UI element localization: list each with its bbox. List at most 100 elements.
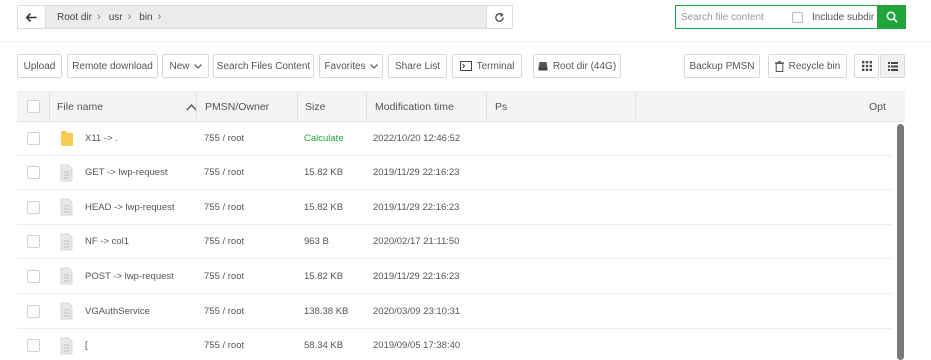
- chevron-right-icon: ›: [97, 11, 101, 23]
- file-name[interactable]: HEAD -> lwp-request: [85, 190, 175, 224]
- file-modification-time: 2019/11/29 22:16:23: [373, 270, 460, 282]
- grid-icon: [861, 61, 872, 71]
- row-checkbox[interactable]: [27, 121, 40, 155]
- file-size: 15.82 KB: [304, 201, 344, 213]
- table-row[interactable]: X11 -> . 755 / root Calculate 2022/10/20 12…: [17, 121, 893, 156]
- root-dir-disk-button[interactable]: Root dir (44G): [533, 54, 621, 78]
- column-opt: Opt: [869, 100, 886, 113]
- breadcrumb-item-bin[interactable]: bin ›: [134, 11, 164, 23]
- column-size[interactable]: Size: [305, 92, 325, 121]
- checkbox[interactable]: [792, 11, 803, 23]
- share-list-button[interactable]: Share List: [388, 54, 447, 78]
- select-all-checkbox[interactable]: [27, 92, 40, 121]
- column-file-name[interactable]: File name: [57, 92, 197, 121]
- upload-button[interactable]: Upload: [17, 54, 62, 78]
- table-row[interactable]: HEAD -> lwp-request 755 / root 15.82 KB 201…: [17, 190, 893, 225]
- column-ps[interactable]: Ps: [495, 92, 507, 121]
- file-permission[interactable]: 755 / root: [204, 294, 244, 328]
- search-files-content-button[interactable]: Search Files Content: [213, 54, 314, 78]
- file-permission[interactable]: 755 / root: [204, 190, 244, 224]
- file-icon: [60, 294, 73, 328]
- column-divider: [49, 93, 50, 121]
- file-modification-time: 2019/11/29 22:16:23: [373, 167, 460, 179]
- file-modification-time: 2019/11/29 22:16:23: [373, 201, 460, 213]
- back-button[interactable]: [18, 6, 46, 28]
- folder-icon: [60, 121, 74, 155]
- file-icon: [60, 156, 73, 190]
- file-size: 15.82 KB: [304, 167, 344, 179]
- chevron-right-icon: ›: [127, 11, 132, 23]
- scrollbar[interactable]: [897, 124, 904, 360]
- column-divider: [635, 93, 636, 121]
- divider: [0, 41, 931, 42]
- file-icon: [60, 329, 73, 360]
- file-name[interactable]: X11 -> .: [85, 121, 118, 155]
- table-row[interactable]: NF -> col1 755 / root 963 B 2020/02/17 21:1…: [17, 225, 893, 260]
- breadcrumb-item-usr[interactable]: usr ›: [104, 11, 135, 23]
- column-divider: [297, 93, 298, 121]
- file-name[interactable]: NF -> col1: [85, 225, 129, 259]
- breadcrumb: Root dir › usr › bin ›: [46, 6, 486, 28]
- search-button[interactable]: [877, 5, 906, 29]
- column-modification-time[interactable]: Modification time: [375, 92, 454, 121]
- column-divider: [486, 93, 487, 121]
- terminal-icon: [459, 61, 472, 71]
- file-name[interactable]: [: [85, 329, 88, 360]
- disk-icon: [538, 61, 548, 71]
- row-checkbox[interactable]: [27, 329, 40, 360]
- row-checkbox[interactable]: [27, 225, 40, 259]
- row-checkbox[interactable]: [27, 294, 40, 328]
- file-permission[interactable]: 755 / root: [204, 259, 244, 293]
- chevron-right-icon: ›: [157, 11, 162, 23]
- table-header: File name PMSN/Owner Size Modification t…: [17, 91, 905, 122]
- terminal-button[interactable]: Terminal: [452, 54, 522, 78]
- search-box: Include subdir: [675, 5, 906, 29]
- remote-download-button[interactable]: Remote download: [67, 54, 158, 78]
- backup-pmsn-button[interactable]: Backup PMSN: [684, 54, 760, 78]
- file-icon: [60, 259, 73, 293]
- list-view-button[interactable]: [880, 54, 905, 78]
- new-dropdown[interactable]: New: [162, 54, 209, 78]
- file-size: 963 B: [304, 236, 329, 248]
- file-size: 15.82 KB: [304, 270, 344, 282]
- favorites-dropdown[interactable]: Favorites: [319, 54, 383, 78]
- file-permission[interactable]: 755 / root: [204, 121, 244, 155]
- table-row[interactable]: POST -> lwp-request 755 / root 15.82 KB 201…: [17, 259, 893, 294]
- column-divider: [366, 93, 367, 121]
- table-row[interactable]: GET -> lwp-request 755 / root 15.82 KB 2019…: [17, 156, 893, 191]
- file-modification-time: 2020/03/09 23:10:31: [373, 305, 461, 317]
- include-subdir-checkbox[interactable]: Include subdir: [788, 6, 874, 28]
- column-pmsn-owner[interactable]: PMSN/Owner: [205, 92, 269, 121]
- trash-icon: [774, 60, 784, 72]
- file-name[interactable]: GET -> lwp-request: [85, 156, 167, 190]
- refresh-button[interactable]: [486, 6, 512, 28]
- arrow-left-icon: [26, 12, 37, 22]
- file-permission[interactable]: 755 / root: [204, 156, 244, 190]
- file-name[interactable]: POST -> lwp-request: [85, 259, 174, 293]
- table-row[interactable]: VGAuthService 755 / root 138.38 KB 2020/03/…: [17, 294, 893, 329]
- breadcrumb-item-root[interactable]: Root dir ›: [52, 11, 104, 23]
- file-icon: [60, 225, 73, 259]
- file-permission[interactable]: 755 / root: [204, 329, 244, 360]
- column-divider: [196, 93, 197, 121]
- file-size: 58.34 KB: [304, 340, 344, 352]
- calculate-size-link[interactable]: Calculate: [304, 121, 344, 155]
- table-row[interactable]: [755 / root 58.34 KB 2019/09/05 17:38:40: [17, 329, 893, 360]
- row-checkbox[interactable]: [27, 156, 40, 190]
- list-icon: [887, 61, 898, 71]
- refresh-icon: [495, 12, 504, 22]
- recycle-bin-button[interactable]: Recycle bin: [768, 54, 847, 78]
- chevron-down-icon: [369, 63, 378, 69]
- file-modification-time: 2022/10/20 12:46:52: [373, 132, 461, 144]
- file-name[interactable]: VGAuthService: [85, 294, 150, 328]
- search-icon: [886, 11, 898, 23]
- path-bar: Root dir › usr › bin ›: [17, 5, 513, 29]
- row-checkbox[interactable]: [27, 190, 40, 224]
- file-icon: [60, 190, 73, 224]
- grid-view-button[interactable]: [854, 54, 879, 78]
- include-subdir-label: Include subdir: [812, 11, 875, 23]
- row-checkbox[interactable]: [27, 259, 40, 293]
- search-input[interactable]: [676, 6, 788, 28]
- file-permission[interactable]: 755 / root: [204, 225, 244, 259]
- file-modification-time: 2019/09/05 17:38:40: [373, 340, 461, 352]
